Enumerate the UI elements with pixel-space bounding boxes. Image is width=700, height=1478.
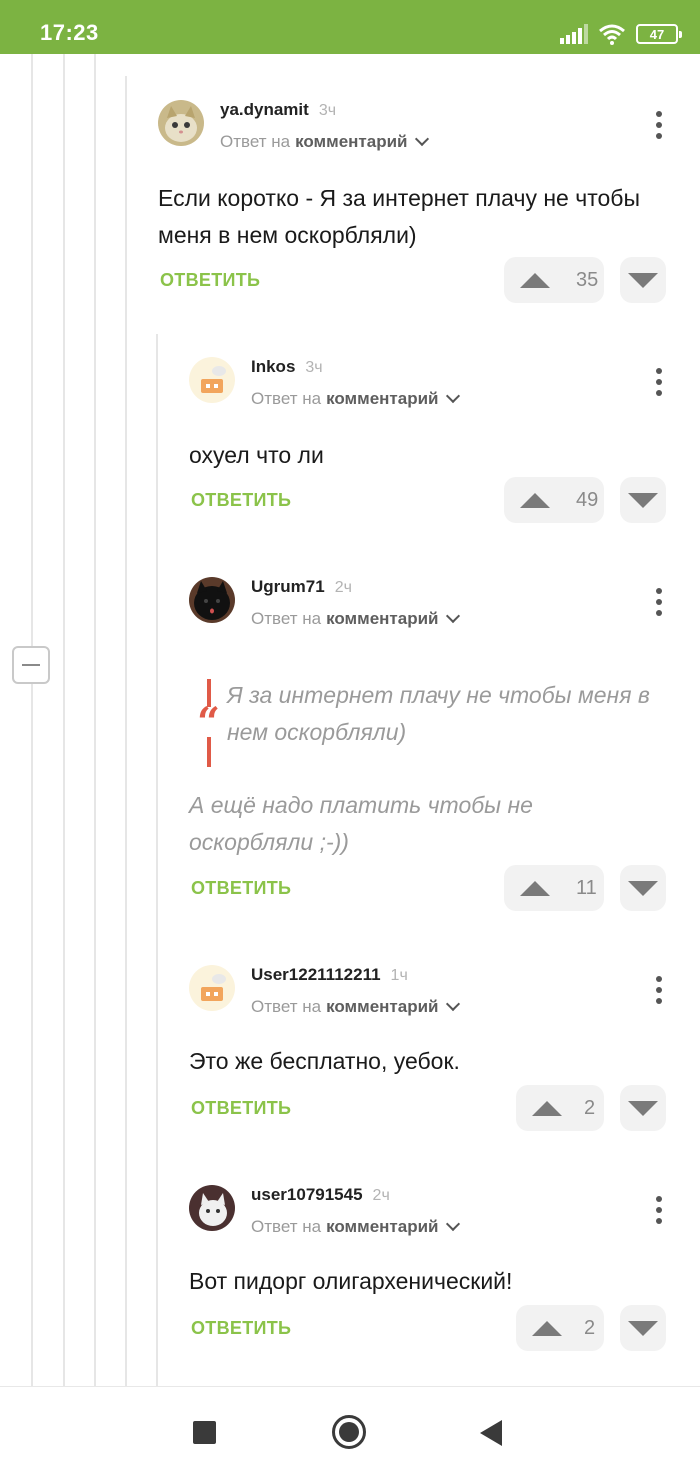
signal-icon	[560, 24, 588, 44]
collapse-thread-button[interactable]	[12, 646, 50, 684]
clock: 17:23	[40, 20, 99, 45]
upvote-button[interactable]: 49	[504, 477, 604, 523]
chevron-down-icon[interactable]	[446, 608, 461, 624]
system-nav-bar	[0, 1386, 700, 1478]
reply-button[interactable]: ОТВЕТИТЬ	[160, 270, 260, 291]
upvote-icon	[520, 272, 550, 288]
vote-count: 11	[576, 876, 597, 899]
comment-text: Если коротко - Я за интернет плачу не чт…	[158, 185, 640, 248]
quote-bar	[207, 737, 211, 767]
more-options-icon[interactable]	[649, 365, 669, 399]
comment-text: охуел что ли	[189, 442, 324, 468]
quote-text: Я за интернет плачу не чтобы меня в нем …	[227, 682, 650, 745]
home-button[interactable]	[332, 1415, 366, 1449]
chevron-down-icon[interactable]	[446, 996, 461, 1012]
comment: User1221112211 1ч Ответ на комментарий Это…	[189, 965, 669, 1135]
comment-text: А ещё надо платить чтобы не оскорбляли ;…	[189, 792, 533, 855]
downvote-icon	[628, 1320, 658, 1336]
downvote-icon	[628, 272, 658, 288]
upvote-button[interactable]: 35	[504, 257, 604, 303]
comment: Ugrum71 2ч Ответ на комментарий “ Я за инт…	[189, 577, 669, 917]
reply-button[interactable]: ОТВЕТИТЬ	[191, 1318, 291, 1339]
reply-to[interactable]: Ответ на комментарий	[251, 1216, 461, 1237]
time-ago: 1ч	[390, 967, 408, 984]
battery-icon: 47	[636, 24, 682, 44]
reply-to[interactable]: Ответ на комментарий	[251, 608, 461, 629]
vote-count: 2	[584, 1096, 596, 1119]
thread-line	[156, 334, 158, 1386]
reply-button[interactable]: ОТВЕТИТЬ	[191, 878, 291, 899]
downvote-button[interactable]	[620, 477, 666, 523]
downvote-button[interactable]	[620, 1305, 666, 1351]
upvote-button[interactable]: 11	[504, 865, 604, 911]
comment: user10791545 2ч Ответ на комментарий Вот п…	[189, 1185, 669, 1355]
downvote-button[interactable]	[620, 257, 666, 303]
status-icons: 47	[560, 22, 682, 46]
thread-line	[94, 54, 96, 1386]
reply-button[interactable]: ОТВЕТИТЬ	[191, 490, 291, 511]
more-options-icon[interactable]	[649, 108, 669, 142]
avatar[interactable]	[189, 357, 235, 403]
reply-to[interactable]: Ответ на комментарий	[251, 996, 461, 1017]
username[interactable]: user10791545 2ч	[251, 1185, 390, 1205]
comment: ya.dynamit 3ч Ответ на комментарий Если ко…	[158, 100, 668, 310]
quote-block: “ Я за интернет плачу не чтобы меня в не…	[189, 677, 659, 769]
upvote-icon	[532, 1320, 562, 1336]
avatar[interactable]	[189, 577, 235, 623]
downvote-button[interactable]	[620, 1085, 666, 1131]
avatar[interactable]	[158, 100, 204, 146]
upvote-button[interactable]: 2	[516, 1085, 604, 1131]
more-options-icon[interactable]	[649, 1193, 669, 1227]
more-options-icon[interactable]	[649, 973, 669, 1007]
more-options-icon[interactable]	[649, 585, 669, 619]
back-button[interactable]	[480, 1420, 502, 1446]
time-ago: 2ч	[334, 579, 352, 596]
avatar[interactable]	[189, 965, 235, 1011]
wifi-icon	[599, 24, 625, 45]
chevron-down-icon[interactable]	[446, 388, 461, 404]
time-ago: 3ч	[318, 102, 337, 119]
downvote-icon	[628, 1100, 658, 1116]
downvote-button[interactable]	[620, 865, 666, 911]
thread-line	[63, 54, 65, 1386]
time-ago: 2ч	[372, 1187, 390, 1204]
battery-level: 47	[649, 26, 665, 42]
upvote-icon	[520, 880, 550, 896]
status-bar: 17:23 47	[0, 0, 700, 54]
vote-count: 49	[576, 488, 599, 511]
upvote-button[interactable]: 2	[516, 1305, 604, 1351]
downvote-icon	[628, 880, 658, 896]
comment-text: Вот пидорг олигархенический!	[189, 1268, 513, 1294]
downvote-icon	[628, 492, 658, 508]
username[interactable]: User1221112211 1ч	[251, 965, 408, 985]
thread-line	[125, 76, 127, 1386]
time-ago: 3ч	[305, 359, 323, 376]
recent-apps-button[interactable]	[193, 1421, 216, 1444]
reply-to[interactable]: Ответ на комментарий	[251, 388, 461, 409]
reply-to[interactable]: Ответ на комментарий	[220, 131, 430, 152]
comment: Inkos 3ч Ответ на комментарий охуел что ли…	[189, 357, 669, 527]
chevron-down-icon[interactable]	[415, 131, 430, 147]
username[interactable]: Inkos 3ч	[251, 357, 323, 377]
vote-count: 2	[584, 1316, 596, 1339]
username[interactable]: Ugrum71 2ч	[251, 577, 352, 597]
upvote-icon	[520, 492, 550, 508]
chevron-down-icon[interactable]	[446, 1216, 461, 1232]
vote-count: 35	[576, 268, 599, 291]
upvote-icon	[532, 1100, 562, 1116]
avatar[interactable]	[189, 1185, 235, 1231]
thread-line	[31, 54, 33, 1386]
reply-button[interactable]: ОТВЕТИТЬ	[191, 1098, 291, 1119]
username[interactable]: ya.dynamit 3ч	[220, 100, 336, 120]
comment-text: Это же бесплатно, уебок.	[189, 1048, 460, 1074]
